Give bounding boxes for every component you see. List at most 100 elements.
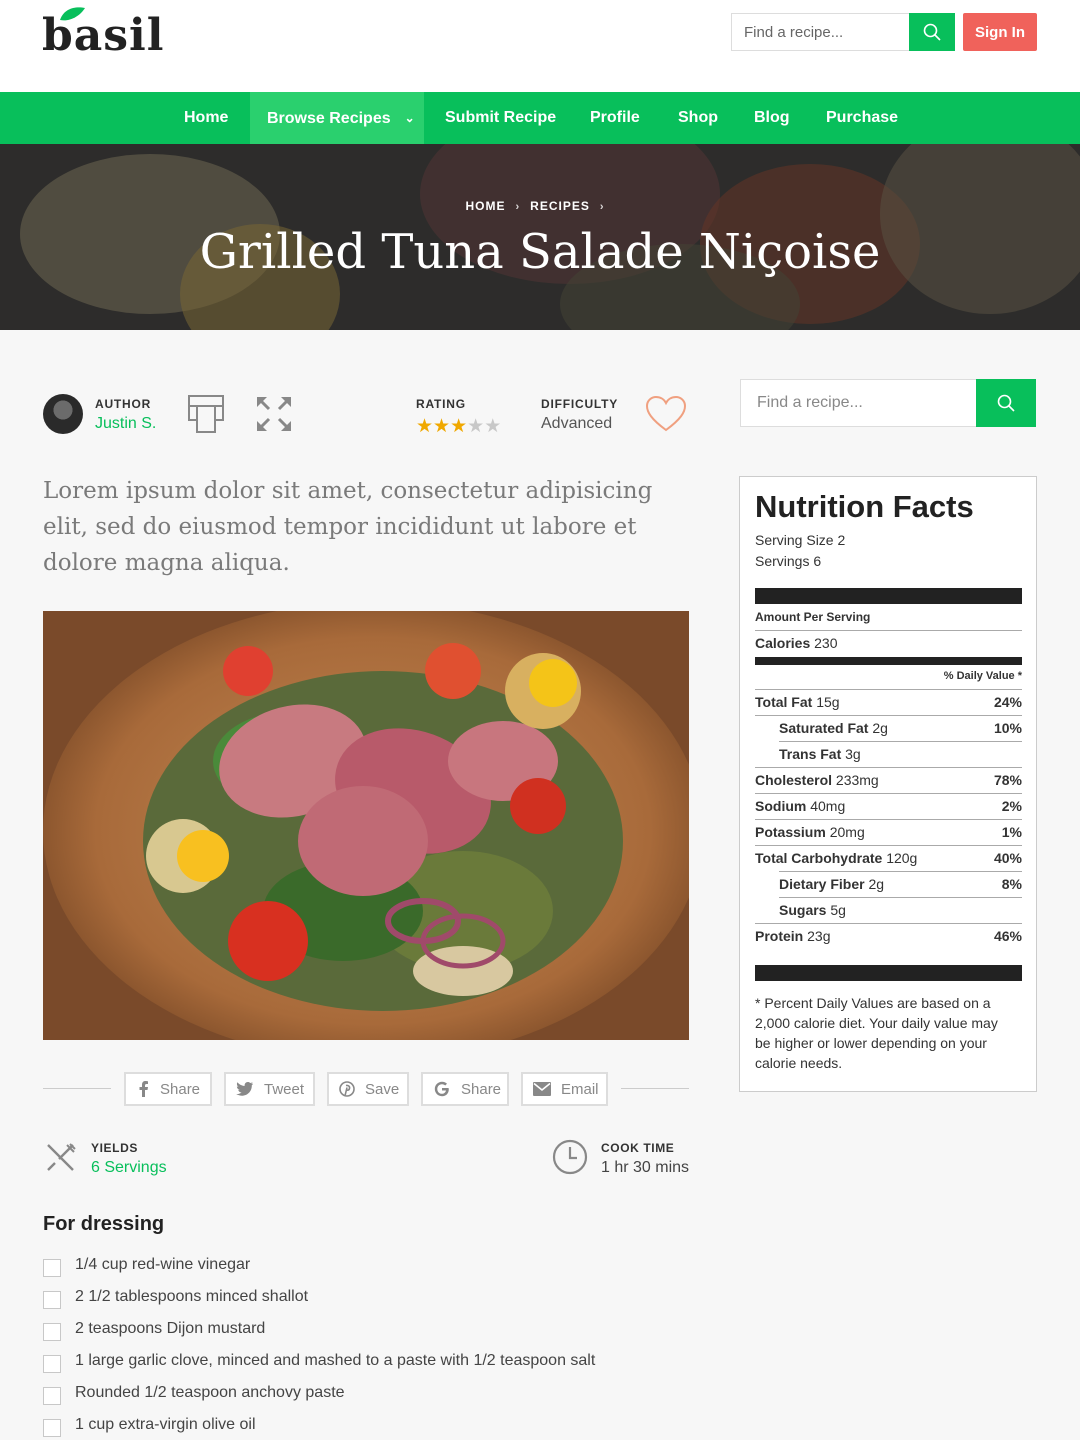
share-button-label: Email [561,1080,599,1098]
nutrient-name: Cholesterol [755,772,833,788]
ingredient-checkbox[interactable] [43,1291,61,1309]
ingredients-section-title: For dressing [43,1213,165,1235]
heart-icon[interactable] [645,395,687,433]
nutrient-row-cholesterol: Cholesterol 233mg 78% [755,772,1022,792]
share-button-label: Save [365,1080,400,1098]
yields-value: 6 Servings [91,1159,167,1176]
star-filled-icon[interactable]: ★ [450,416,467,437]
nav-item-browse-recipes[interactable]: Browse Recipes ⌄ [250,92,424,144]
ingredient-checkbox[interactable] [43,1355,61,1373]
sidebar-search-input[interactable] [741,380,977,426]
ingredient-checkbox[interactable] [43,1323,61,1341]
search-icon [997,394,1015,412]
utensils-icon [47,1143,76,1171]
header-search-button[interactable] [909,13,955,51]
star-filled-icon[interactable]: ★ [433,416,450,437]
nutrient-amount: 40mg [810,798,846,814]
nav-item-shop[interactable]: Shop [678,92,718,144]
nutrition-divider [755,767,1022,768]
breadcrumb-home[interactable]: HOME [465,199,505,213]
nav-item-purchase[interactable]: Purchase [826,92,898,144]
difficulty-value: Advanced [541,415,613,432]
nutrition-divider [779,871,1022,872]
nutrient-amount: 23g [807,928,831,944]
google-share-button[interactable]: Share [421,1072,509,1106]
star-empty-icon[interactable]: ★ [467,416,484,437]
nutrition-divider [755,793,1022,794]
hero-banner: HOME › RECIPES › Grilled Tuna Salade Niçois… [0,144,1080,330]
site-logo[interactable]: basil [42,6,163,62]
nutrient-row-sugars: Sugars 5g [755,902,1022,922]
nutrition-divider [755,715,1022,716]
ingredient-checkbox[interactable] [43,1259,61,1277]
nutrient-name: Sodium [755,798,807,814]
header-search-input[interactable] [732,14,910,50]
nutrient-dv: 46% [993,928,1022,944]
nutrition-facts-panel: Nutrition Facts Serving Size 2 Servings … [739,476,1037,1092]
print-icon[interactable] [187,394,227,434]
nutrient-dv: 40% [993,850,1022,866]
ingredient-text: 2 1/2 tablespoons minced shallot [75,1288,309,1305]
nutrition-divider [755,845,1022,846]
star-empty-icon[interactable]: ★ [484,416,501,437]
page-title: Grilled Tuna Salade Niçoise [199,224,881,280]
fullscreen-icon[interactable] [255,395,293,433]
nav-item-label: Browse Recipes [267,110,391,127]
sidebar-search [740,379,1036,427]
nutrient-dv: 78% [993,772,1022,788]
nutrient-name: Sugars [779,902,827,918]
nav-item-home[interactable]: Home [184,92,228,144]
nutrition-divider [779,897,1022,898]
nutrient-name: Potassium [755,824,826,840]
email-icon [533,1082,551,1096]
nutrient-amount: 15g [816,694,840,710]
nutrient-dv: 10% [993,720,1022,736]
star-filled-icon[interactable]: ★ [416,416,433,437]
nav-item-submit-recipe[interactable]: Submit Recipe [445,92,556,144]
email-share-button[interactable]: Email [521,1072,608,1106]
nutrient-amount: 5g [830,902,846,918]
author-avatar[interactable] [43,394,83,434]
sign-in-button[interactable]: Sign In [963,13,1037,51]
cook-time-value: 1 hr 30 mins [601,1159,690,1176]
nutrient-name: Saturated Fat [779,720,869,736]
facebook-icon [139,1081,148,1097]
nutrient-row-total-carbohydrate: Total Carbohydrate 120g 40% [755,850,1022,870]
ingredient-text: 1 cup extra-virgin olive oil [75,1416,256,1433]
rating-stars[interactable]: ★★★★★ [416,415,501,438]
nutrition-thick-bar [755,965,1022,981]
nutrient-amount: 120g [886,850,918,866]
nutrient-dv: 8% [1001,876,1022,892]
chevron-down-icon: ⌄ [404,111,415,125]
nav-item-profile[interactable]: Profile [590,92,640,144]
sidebar-search-button[interactable] [976,379,1036,427]
clock-icon [552,1139,588,1175]
search-icon [923,23,941,41]
share-button-label: Share [461,1080,502,1098]
author-name[interactable]: Justin S. [95,415,156,433]
pinterest-icon [339,1081,355,1097]
breadcrumb-recipes[interactable]: RECIPES [530,199,590,213]
ingredient-checkbox[interactable] [43,1387,61,1405]
nutrient-amount: 20mg [829,824,865,840]
calories-row: Calories 230 [755,635,1022,655]
chevron-right-icon: › [515,201,521,213]
twitter-share-button[interactable]: Tweet [224,1072,315,1106]
ingredient-checkbox[interactable] [43,1419,61,1437]
share-divider [43,1088,111,1089]
facebook-share-button[interactable]: Share [124,1072,212,1106]
author-label: AUTHOR [95,397,152,411]
nutrition-divider [755,630,1022,631]
pinterest-save-button[interactable]: Save [327,1072,409,1106]
recipe-intro: Lorem ipsum dolor sit amet, consectetur … [43,478,653,576]
nutrient-row-dietary-fiber: Dietary Fiber 2g 8% [755,876,1022,896]
breadcrumb: HOME › RECIPES › [0,199,1080,213]
nutrient-amount: 2g [868,876,885,892]
nutrient-dv: 1% [1001,824,1022,840]
nav-item-blog[interactable]: Blog [754,92,790,144]
nutrient-row-protein: Protein 23g 46% [755,928,1022,948]
nutrient-dv: 2% [1001,798,1022,814]
calories-value: 230 [814,635,838,651]
nutrient-row-sodium: Sodium 40mg 2% [755,798,1022,818]
ingredient-text: 1 large garlic clove, minced and mashed … [75,1352,596,1369]
